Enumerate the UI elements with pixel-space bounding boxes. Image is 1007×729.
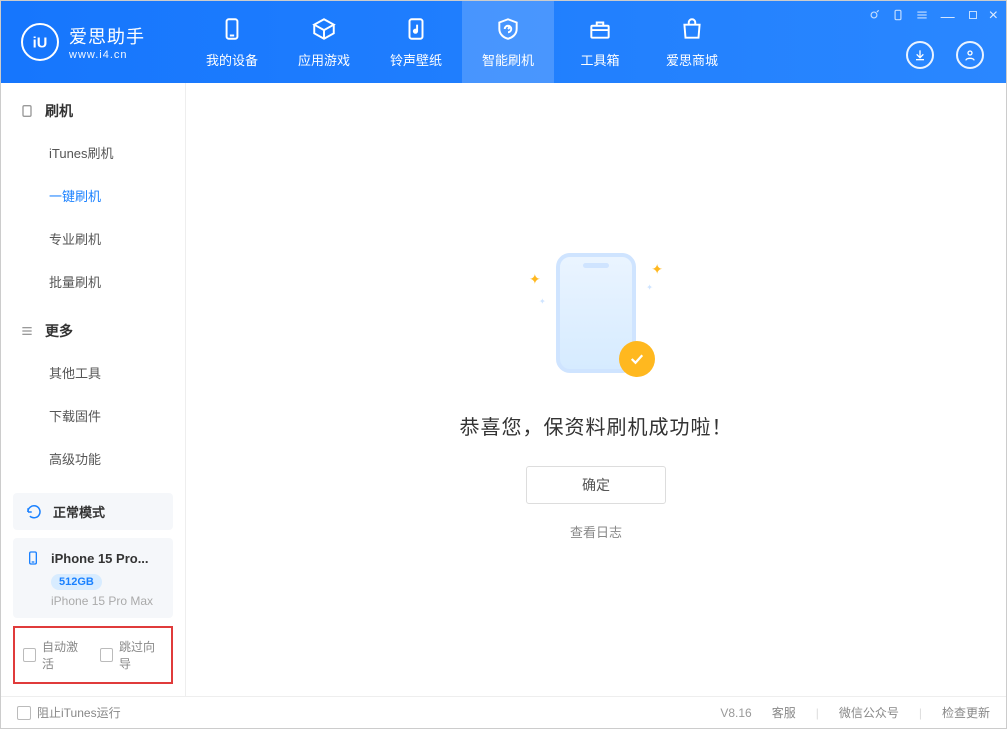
- header-right-icons: [906, 41, 984, 69]
- app-logo-icon: iU: [21, 23, 59, 61]
- phone-icon: [219, 16, 245, 42]
- sparkle-icon: ✦: [529, 271, 541, 288]
- svg-text:iU: iU: [33, 36, 48, 52]
- separator: |: [919, 706, 922, 720]
- download-icon[interactable]: [906, 41, 934, 69]
- check-badge-icon: [619, 341, 655, 377]
- window-btn-1-icon[interactable]: [867, 8, 881, 25]
- storage-chip: 512GB: [51, 574, 102, 590]
- logo-text: 爱思助手 www.i4.cn: [69, 23, 145, 61]
- sidebar-header-more[interactable]: 更多: [1, 311, 185, 351]
- status-card[interactable]: 正常模式: [13, 493, 173, 530]
- sidebar-item-itunes-flash[interactable]: iTunes刷机: [1, 131, 185, 174]
- update-link[interactable]: 检查更新: [942, 704, 990, 721]
- checkbox-icon: [17, 706, 31, 720]
- cube-icon: [311, 16, 337, 42]
- window-controls: — ×: [867, 7, 998, 25]
- refresh-icon: [25, 503, 43, 521]
- nav-tab-store[interactable]: 爱思商城: [646, 1, 738, 83]
- nav-tab-ringtones[interactable]: 铃声壁纸: [370, 1, 462, 83]
- footer: 阻止iTunes运行 V8.16 客服 | 微信公众号 | 检查更新: [1, 696, 1006, 728]
- sidebar-section-more: 更多 其他工具 下载固件 高级功能: [1, 303, 185, 480]
- footer-right: V8.16 客服 | 微信公众号 | 检查更新: [720, 704, 990, 721]
- sidebar-item-pro-flash[interactable]: 专业刷机: [1, 217, 185, 260]
- user-icon[interactable]: [956, 41, 984, 69]
- nav-tab-flash[interactable]: 智能刷机: [462, 1, 554, 83]
- menu-icon[interactable]: [915, 8, 929, 25]
- sidebar: 刷机 iTunes刷机 一键刷机 专业刷机 批量刷机 更多 其他工具 下载固件 …: [1, 83, 186, 696]
- sidebar-header-flash[interactable]: 刷机: [1, 91, 185, 131]
- sparkle-icon: ✦: [539, 297, 546, 306]
- sparkle-icon: ✦: [646, 283, 653, 292]
- maximize-icon[interactable]: [967, 8, 979, 24]
- checkbox-skip-wizard[interactable]: 跳过向导: [100, 638, 163, 672]
- sparkle-icon: ✦: [651, 261, 663, 278]
- app-body: 刷机 iTunes刷机 一键刷机 专业刷机 批量刷机 更多 其他工具 下载固件 …: [1, 83, 1006, 696]
- window-btn-2-icon[interactable]: [891, 8, 905, 25]
- sidebar-bottom: 正常模式 iPhone 15 Pro... 512GB iPhone 15 Pr…: [1, 485, 185, 696]
- nav-tabs: 我的设备 应用游戏 铃声壁纸 智能刷机 工具箱 爱思商城: [186, 1, 738, 83]
- checkbox-block-itunes[interactable]: 阻止iTunes运行: [17, 704, 121, 721]
- shopping-bag-icon: [679, 16, 705, 42]
- view-log-link[interactable]: 查看日志: [570, 522, 622, 541]
- tablet-icon: [19, 103, 35, 119]
- status-label: 正常模式: [53, 502, 105, 521]
- device-card[interactable]: iPhone 15 Pro... 512GB iPhone 15 Pro Max: [13, 538, 173, 618]
- device-model: iPhone 15 Pro Max: [51, 594, 161, 608]
- phone-device-icon: [25, 548, 41, 568]
- nav-tab-toolbox[interactable]: 工具箱: [554, 1, 646, 83]
- nav-tab-device[interactable]: 我的设备: [186, 1, 278, 83]
- app-name: 爱思助手: [69, 23, 145, 49]
- sidebar-section-flash: 刷机 iTunes刷机 一键刷机 专业刷机 批量刷机: [1, 83, 185, 303]
- main-panel: ✦ ✦ ✦ ✦ 恭喜您，保资料刷机成功啦！ 确定 查看日志: [186, 83, 1006, 696]
- ok-button[interactable]: 确定: [526, 466, 666, 504]
- highlight-options: 自动激活 跳过向导: [13, 626, 173, 684]
- minimize-icon[interactable]: —: [939, 8, 957, 24]
- success-message: 恭喜您，保资料刷机成功啦！: [460, 411, 733, 440]
- sidebar-item-other-tools[interactable]: 其他工具: [1, 351, 185, 394]
- sidebar-item-download-firmware[interactable]: 下载固件: [1, 394, 185, 437]
- music-note-icon: [403, 16, 429, 42]
- refresh-shield-icon: [495, 16, 521, 42]
- success-illustration: ✦ ✦ ✦ ✦: [531, 253, 661, 383]
- checkbox-icon: [100, 648, 113, 662]
- separator: |: [816, 706, 819, 720]
- close-icon[interactable]: ×: [989, 7, 998, 25]
- sidebar-item-onekey-flash[interactable]: 一键刷机: [1, 174, 185, 217]
- list-icon: [19, 323, 35, 339]
- logo-area: iU 爱思助手 www.i4.cn: [1, 1, 186, 83]
- sidebar-item-advanced[interactable]: 高级功能: [1, 437, 185, 480]
- app-url: www.i4.cn: [69, 49, 145, 61]
- wechat-link[interactable]: 微信公众号: [839, 704, 899, 721]
- sidebar-item-batch-flash[interactable]: 批量刷机: [1, 260, 185, 303]
- support-link[interactable]: 客服: [772, 704, 796, 721]
- device-name: iPhone 15 Pro...: [51, 551, 149, 566]
- checkbox-icon: [23, 648, 36, 662]
- app-header: iU 爱思助手 www.i4.cn 我的设备 应用游戏 铃声壁纸 智能刷机 工具…: [1, 1, 1006, 83]
- version-label: V8.16: [720, 706, 751, 720]
- checkbox-auto-activate[interactable]: 自动激活: [23, 638, 86, 672]
- nav-tab-apps[interactable]: 应用游戏: [278, 1, 370, 83]
- toolbox-icon: [587, 16, 613, 42]
